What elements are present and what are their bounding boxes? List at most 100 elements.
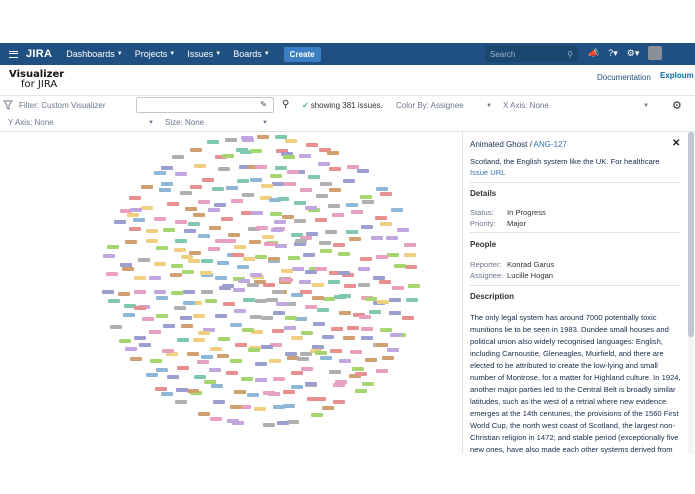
issue-card[interactable] — [230, 359, 243, 364]
issue-card[interactable] — [273, 311, 286, 316]
issue-card[interactable] — [408, 283, 421, 288]
issue-card[interactable] — [389, 310, 402, 315]
issue-card[interactable] — [305, 142, 318, 147]
issue-card[interactable] — [344, 283, 357, 288]
issue-card[interactable] — [256, 134, 269, 139]
issue-card[interactable] — [291, 384, 304, 389]
issue-card[interactable] — [268, 198, 281, 203]
issue-card[interactable] — [197, 360, 209, 365]
issue-card[interactable] — [183, 301, 196, 306]
issue-card[interactable] — [222, 302, 235, 307]
issue-card[interactable] — [181, 255, 193, 260]
issue-card[interactable] — [192, 338, 205, 343]
issue-card[interactable] — [174, 219, 187, 224]
issue-card[interactable] — [246, 392, 259, 397]
issue-card[interactable] — [317, 161, 330, 166]
issue-card[interactable] — [319, 182, 332, 187]
issue-card[interactable] — [268, 392, 281, 396]
issue-card[interactable] — [404, 242, 417, 247]
issue-card[interactable] — [235, 343, 247, 347]
issue-card[interactable] — [146, 229, 159, 234]
issue-card[interactable] — [321, 406, 334, 411]
issue-card[interactable] — [360, 194, 373, 199]
issue-card[interactable] — [338, 359, 351, 363]
issue-card[interactable] — [320, 249, 333, 254]
issue-card[interactable] — [332, 242, 345, 247]
issue-card[interactable] — [361, 335, 374, 340]
issue-card[interactable] — [271, 181, 284, 186]
issue-card[interactable] — [269, 173, 282, 178]
issue-card[interactable] — [370, 236, 383, 241]
issue-card[interactable] — [198, 331, 211, 336]
issue-card[interactable] — [368, 310, 381, 314]
issue-card[interactable] — [280, 278, 293, 283]
issue-card[interactable] — [226, 419, 239, 424]
issue-card[interactable] — [106, 245, 119, 249]
issue-card[interactable] — [272, 328, 285, 333]
issue-key-link[interactable]: ANG-127 — [534, 140, 567, 149]
issue-card[interactable] — [233, 308, 246, 313]
issue-card[interactable] — [317, 307, 330, 312]
issue-card[interactable] — [283, 404, 295, 409]
issue-card[interactable] — [355, 389, 368, 394]
issue-card[interactable] — [166, 201, 179, 206]
issue-card[interactable] — [280, 268, 293, 273]
issue-card[interactable] — [134, 306, 147, 311]
issue-card[interactable] — [338, 271, 351, 276]
issue-card[interactable] — [387, 347, 400, 352]
issue-card[interactable] — [142, 316, 155, 321]
issue-card[interactable] — [114, 219, 127, 224]
filter-select[interactable]: Filter: Custom Visualizer — [19, 101, 106, 110]
issue-card[interactable] — [163, 227, 176, 232]
issue-card[interactable] — [211, 187, 224, 192]
issue-card[interactable] — [176, 388, 189, 393]
size-select[interactable]: Size: None ▼ — [165, 118, 268, 127]
issue-card[interactable] — [284, 325, 297, 330]
issue-card[interactable] — [254, 362, 267, 367]
issue-card[interactable] — [263, 282, 276, 287]
issue-card[interactable] — [188, 222, 201, 226]
issue-card[interactable] — [214, 313, 227, 318]
issue-card[interactable] — [181, 324, 194, 329]
issue-card[interactable] — [338, 251, 351, 256]
issue-card[interactable] — [127, 212, 140, 217]
issue-card[interactable] — [386, 236, 399, 241]
issue-card[interactable] — [137, 257, 150, 262]
notifications-icon[interactable]: 📣 — [588, 48, 599, 59]
issue-card[interactable] — [211, 384, 224, 389]
issue-card[interactable] — [327, 150, 340, 155]
issue-card[interactable] — [233, 287, 245, 292]
issue-card[interactable] — [262, 234, 275, 239]
issue-card[interactable] — [160, 165, 173, 170]
issue-card[interactable] — [255, 165, 268, 170]
nav-dashboards[interactable]: Dashboards ▼ — [66, 49, 122, 59]
issue-card[interactable] — [198, 199, 210, 204]
issue-card[interactable] — [260, 184, 273, 188]
issue-card[interactable] — [176, 365, 189, 370]
issue-card[interactable] — [149, 329, 161, 334]
issue-card[interactable] — [285, 352, 298, 357]
jira-logo[interactable]: JIRA — [26, 48, 52, 60]
issue-card[interactable] — [166, 375, 179, 380]
issue-card[interactable] — [263, 242, 276, 247]
issue-card[interactable] — [101, 289, 114, 294]
issue-card[interactable] — [382, 356, 395, 361]
issue-card[interactable] — [207, 207, 220, 212]
pencil-icon[interactable]: ✎ — [260, 100, 267, 109]
issue-card[interactable] — [156, 313, 169, 318]
issue-card[interactable] — [141, 206, 154, 211]
issue-card[interactable] — [255, 254, 268, 259]
issue-card[interactable] — [190, 185, 203, 190]
issue-card[interactable] — [238, 278, 251, 283]
issue-card[interactable] — [335, 380, 348, 385]
issue-card[interactable] — [376, 300, 389, 305]
issue-card[interactable] — [216, 261, 229, 266]
issue-card[interactable] — [305, 205, 318, 210]
issue-card[interactable] — [149, 276, 162, 281]
issue-card[interactable] — [346, 230, 358, 235]
issue-card[interactable] — [272, 376, 285, 381]
issue-card[interactable] — [389, 333, 402, 338]
issue-card[interactable] — [269, 359, 281, 363]
issue-card[interactable] — [387, 253, 399, 258]
issue-card[interactable] — [190, 147, 202, 152]
